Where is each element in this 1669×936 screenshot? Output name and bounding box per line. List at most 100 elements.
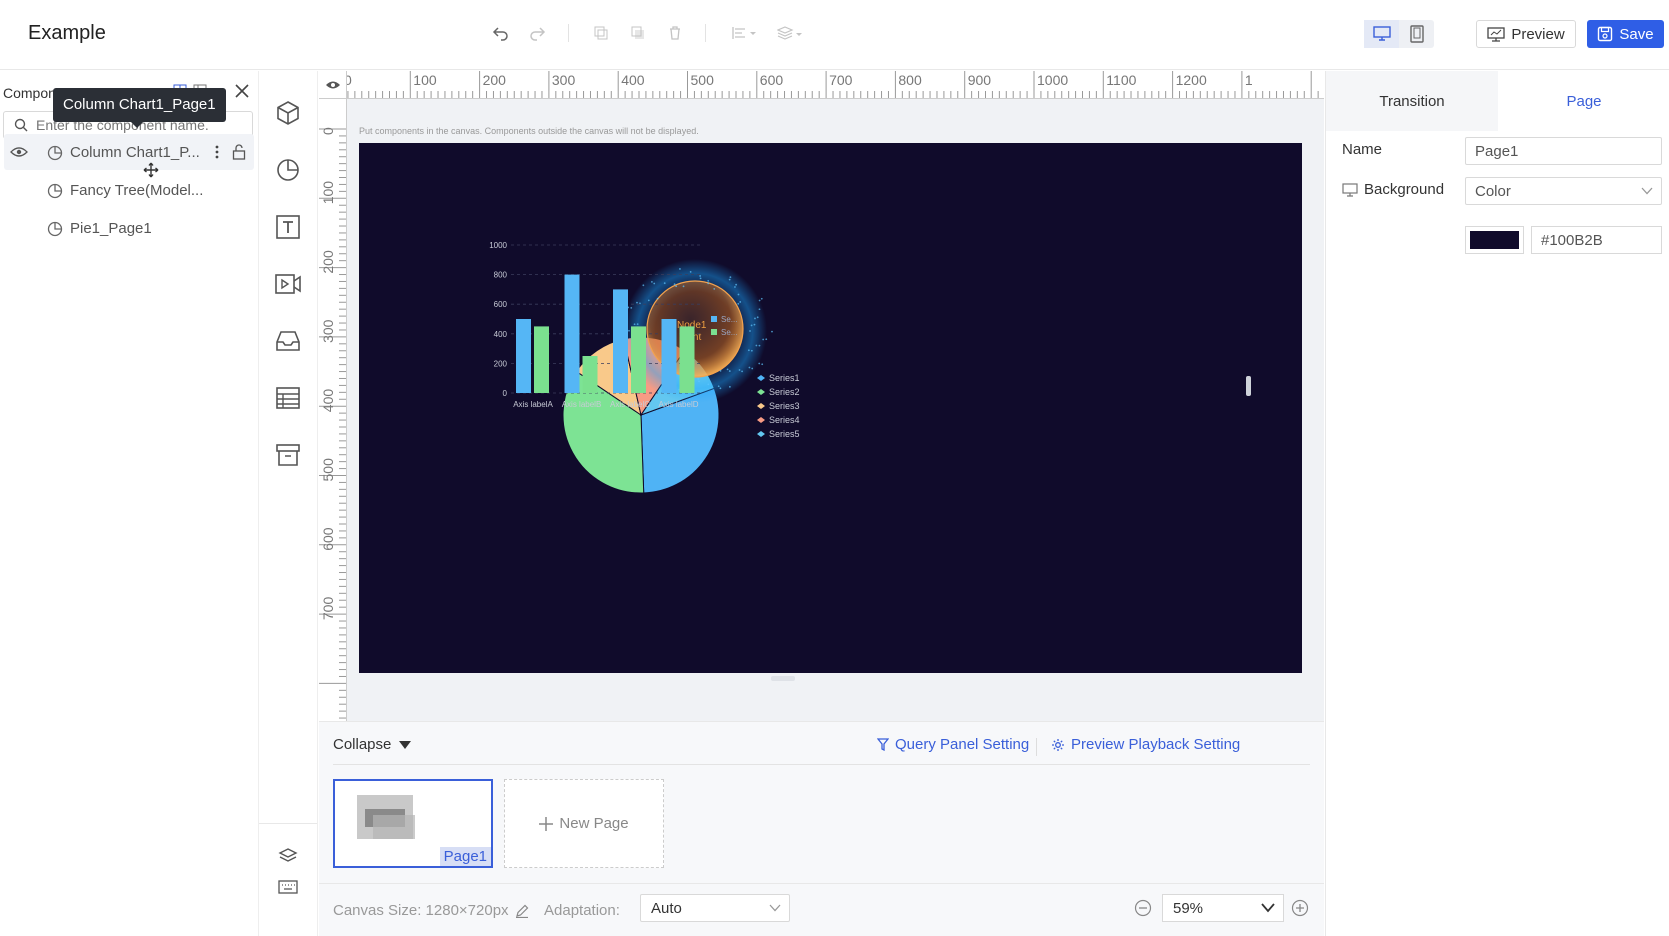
more-icon[interactable]: [214, 144, 220, 160]
color-hex-input[interactable]: #100B2B: [1531, 226, 1662, 254]
unlock-icon[interactable]: [232, 144, 246, 160]
color-swatch[interactable]: [1465, 226, 1524, 254]
video-icon[interactable]: [273, 269, 303, 299]
page-name-input[interactable]: Page1: [1465, 137, 1662, 165]
ruler-label: 600: [320, 527, 336, 551]
link-divider: [1036, 738, 1037, 756]
toolbar-divider: [568, 24, 569, 42]
page-thumbnail[interactable]: Page1: [333, 779, 493, 868]
particle: [682, 285, 685, 288]
particle: [750, 349, 753, 352]
legend-marker: [757, 417, 765, 423]
particle: [675, 285, 678, 288]
bar-divider: [259, 823, 317, 824]
zoom-in-icon[interactable]: [1291, 899, 1309, 917]
redo-icon[interactable]: [526, 22, 548, 44]
layer-item-label: Pie1_Page1: [70, 220, 152, 237]
particle: [698, 380, 700, 383]
copy-icon[interactable]: [590, 22, 612, 44]
inbox-icon[interactable]: [273, 326, 303, 356]
particle: [656, 297, 659, 300]
particle: [729, 276, 732, 279]
monitor-icon: [1342, 182, 1358, 197]
ruler-label: 1100: [1106, 72, 1136, 88]
eye-icon[interactable]: [10, 146, 28, 158]
y-tick-label: 600: [494, 300, 508, 309]
undo-icon[interactable]: [490, 22, 512, 44]
zoom-select[interactable]: 59%: [1162, 894, 1284, 922]
legend-label: Series5: [769, 429, 800, 439]
ruler-label: 400: [320, 389, 336, 413]
pie-chart-icon[interactable]: [273, 155, 303, 185]
thumbnail-preview: [373, 815, 415, 839]
layer-item-fancy-tree[interactable]: Fancy Tree(Model...: [4, 172, 254, 208]
query-panel-setting-button[interactable]: Query Panel Setting: [877, 736, 1029, 753]
keyboard-icon[interactable]: [273, 877, 303, 897]
layer-item-column-chart[interactable]: Column Chart1_P...: [4, 134, 254, 170]
collapse-button[interactable]: Collapse: [333, 736, 412, 753]
x-tick-label: Axis labelB: [562, 400, 602, 409]
ruler-label: 100: [413, 72, 437, 88]
tab-page[interactable]: Page: [1498, 71, 1669, 131]
text-icon[interactable]: [273, 212, 303, 242]
particle: [647, 299, 650, 302]
close-icon[interactable]: [234, 83, 252, 101]
ruler-label: 900: [968, 72, 992, 88]
adaptation-select[interactable]: Auto: [640, 894, 790, 922]
zoom-value: 59%: [1173, 900, 1204, 917]
save-button[interactable]: Save: [1587, 20, 1664, 48]
layer-item-label: Column Chart1_P...: [70, 144, 200, 161]
particle: [754, 317, 756, 320]
app-title: Example: [28, 22, 106, 44]
table-icon[interactable]: [273, 383, 303, 413]
save-label: Save: [1619, 25, 1654, 43]
save-icon: [1598, 26, 1613, 42]
archive-icon[interactable]: [273, 440, 303, 470]
ruler-label: 1200: [1176, 72, 1207, 88]
preview-playback-setting-button[interactable]: Preview Playback Setting: [1051, 736, 1240, 753]
new-page-button[interactable]: New Page: [504, 779, 664, 868]
preview-button[interactable]: Preview: [1476, 20, 1576, 48]
tablet-view-icon[interactable]: [1399, 20, 1434, 48]
page-canvas[interactable]: Series1 Series2 Series3 Series4 Series5 Node1…: [359, 143, 1302, 673]
ruler-eye-icon[interactable]: [319, 71, 347, 99]
y-tick-label: 1000: [489, 241, 507, 250]
particle: [735, 283, 738, 286]
particle: [771, 330, 773, 333]
layer-order-icon[interactable]: [774, 22, 808, 44]
x-tick-label: Axis labelA: [513, 400, 553, 409]
properties-panel: Transition Page Name Page1 Background Co…: [1325, 71, 1669, 936]
ruler-label: 700: [829, 72, 853, 88]
chart-component-icon: [47, 145, 63, 161]
particle: [762, 338, 765, 341]
chevron-down-icon: [769, 904, 781, 912]
particle: [717, 385, 720, 388]
particle: [747, 349, 750, 352]
particle: [707, 383, 710, 386]
pages-panel: Collapse Query Panel Setting Preview Pla…: [319, 721, 1324, 883]
duplicate-icon[interactable]: [627, 22, 649, 44]
page-label: Page1: [439, 847, 491, 866]
layers-icon[interactable]: [273, 846, 303, 866]
layer-item-label: Fancy Tree(Model...: [70, 182, 204, 199]
side-resize-handle[interactable]: [1246, 376, 1251, 396]
canvas-hint: Put components in the canvas. Components…: [359, 126, 699, 136]
layer-item-pie[interactable]: Pie1_Page1: [4, 210, 254, 246]
align-icon[interactable]: [728, 22, 762, 44]
resize-handle[interactable]: [771, 676, 795, 681]
ruler-label: 0: [320, 127, 336, 135]
tab-transition[interactable]: Transition: [1326, 71, 1498, 131]
ruler-label: 500: [691, 72, 715, 88]
zoom-out-icon[interactable]: [1134, 899, 1152, 917]
particle: [755, 344, 758, 347]
layer-tooltip: Column Chart1_Page1: [53, 88, 226, 128]
desktop-view-icon[interactable]: [1364, 20, 1399, 48]
canvas-charts[interactable]: Series1Series2Series3Series4Series5Node1…: [359, 143, 1302, 673]
page-name-value: Page1: [1475, 143, 1519, 160]
particle: [758, 344, 761, 347]
particle: [728, 385, 731, 388]
cube-icon[interactable]: [273, 98, 303, 128]
delete-icon[interactable]: [664, 22, 686, 44]
edit-icon[interactable]: [515, 904, 529, 918]
background-type-select[interactable]: Color: [1465, 177, 1662, 205]
